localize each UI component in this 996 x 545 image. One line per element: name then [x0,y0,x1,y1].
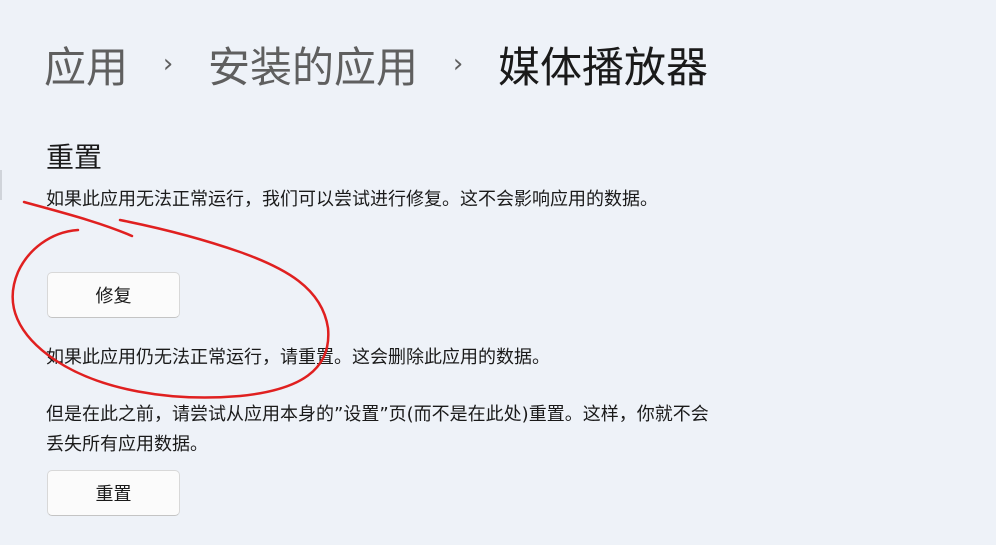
breadcrumb-installed-apps[interactable]: 安装的应用 [208,34,418,95]
window-edge-marker [0,170,2,200]
reset-note: 但是在此之前，请尝试从应用本身的”设置”页(而不是在此处)重置。这样，你就不会丢… [46,404,709,455]
reset-section-title: 重置 [46,141,103,174]
chevron-right-icon: › [452,49,464,79]
breadcrumb-apps[interactable]: 应用 [44,34,128,95]
settings-page: 应用 › 安装的应用 › 媒体播放器 重置 如果此应用无法正常运行，我们可以尝试… [0,0,996,545]
chevron-right-icon: › [162,49,174,79]
repair-description: 如果此应用无法正常运行，我们可以尝试进行修复。这不会影响应用的数据。 [46,189,658,210]
reset-description: 如果此应用仍无法正常运行，请重置。这会删除此应用的数据。 [46,347,550,368]
repair-button[interactable]: 修复 [47,272,180,318]
reset-button[interactable]: 重置 [47,470,180,516]
breadcrumb-current-page: 媒体播放器 [498,42,709,92]
breadcrumb: 应用 › 安装的应用 › 媒体播放器 [44,38,708,92]
